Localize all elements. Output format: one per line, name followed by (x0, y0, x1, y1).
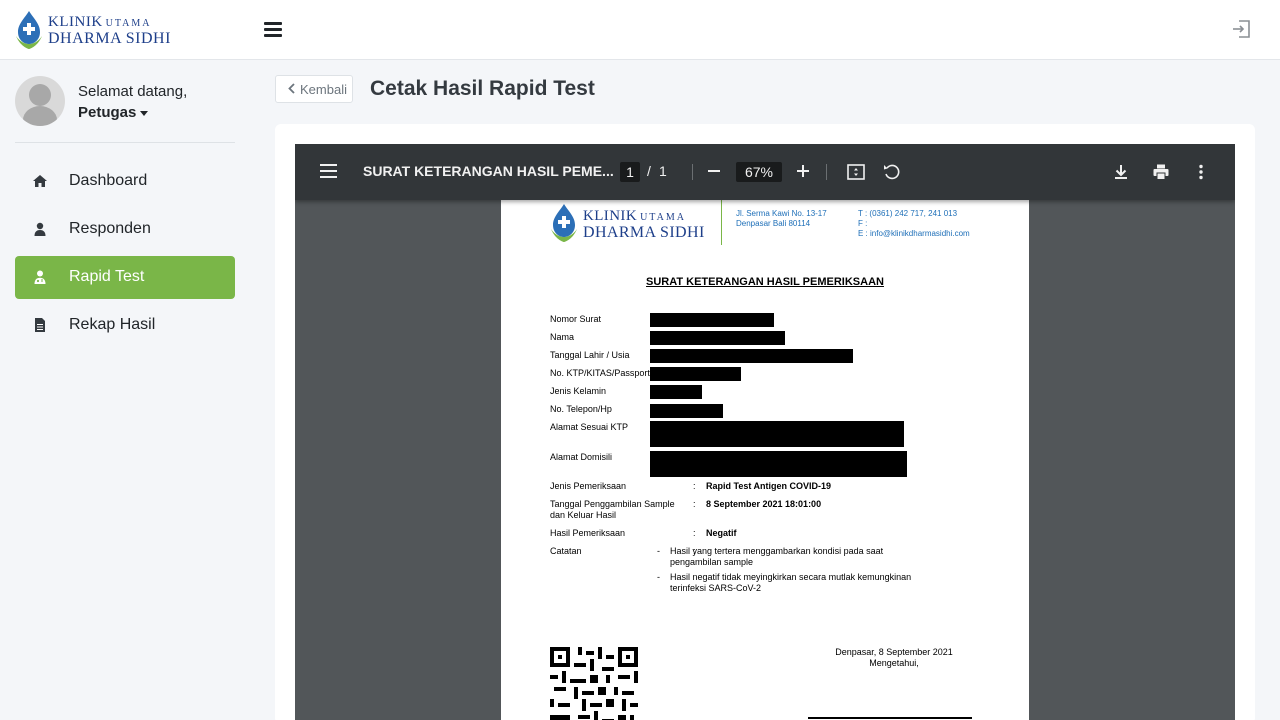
clinic-drop-logo-icon (16, 11, 42, 49)
sidebar-item-responden[interactable]: Responden (15, 208, 235, 251)
avatar (15, 76, 65, 126)
sidebar-item-label: Rekap Hasil (69, 316, 156, 333)
page-title: Cetak Hasil Rapid Test (370, 77, 595, 100)
sidebar-divider (15, 142, 235, 143)
sidebar-item-label: Rapid Test (69, 268, 145, 285)
redacted-value (650, 349, 853, 363)
sidebar-nav: Dashboard Responden Rapid Test Rekap Has… (15, 160, 235, 352)
brand-logo[interactable]: KLINIK UTAMA DHARMA SIDHI (14, 10, 184, 52)
redacted-value (650, 451, 907, 477)
zoom-level[interactable]: 67% (736, 162, 782, 182)
sidebar-item-rekap-hasil[interactable]: Rekap Hasil (15, 304, 235, 347)
rotate-icon[interactable] (882, 162, 902, 182)
sidebar-item-label: Responden (69, 220, 151, 237)
signature-block: Denpasar, 8 September 2021 Mengetahui, (779, 647, 1009, 669)
caret-down-icon (140, 110, 149, 116)
redacted-value (650, 404, 723, 418)
brand-line2: DHARMA SIDHI (48, 30, 171, 47)
pdf-clinic-logo: KLINIK UTAMA DHARMA SIDHI (549, 203, 709, 245)
sidebar-item-label: Dashboard (69, 172, 148, 189)
qr-code-icon (550, 647, 638, 720)
pdf-toolbar: SURAT KETERANGAN HASIL PEME... 1 / 1 67% (295, 144, 1235, 200)
file-text-icon (35, 318, 45, 332)
place-date: Denpasar, 8 September 2021 (835, 647, 953, 657)
back-button[interactable]: Kembali (275, 75, 353, 103)
home-icon (33, 175, 47, 187)
print-icon[interactable] (1151, 162, 1171, 182)
chevron-left-icon (288, 83, 295, 94)
redacted-value (650, 385, 702, 399)
redacted-value (650, 313, 774, 327)
signature-line (808, 717, 972, 719)
user-name: Petugas (78, 104, 137, 121)
sidebar-item-dashboard[interactable]: Dashboard (15, 160, 235, 203)
sign-out-icon[interactable] (1230, 18, 1252, 40)
page-number-input[interactable]: 1 (620, 162, 640, 182)
pdf-viewer[interactable]: SURAT KETERANGAN HASIL PEME... 1 / 1 67% (295, 144, 1235, 720)
toolbar-divider (692, 164, 693, 180)
more-options-icon[interactable] (1191, 162, 1211, 182)
redacted-value (650, 421, 904, 447)
zoom-out-icon[interactable] (708, 170, 720, 172)
header-divider (721, 200, 722, 245)
page-total: 1 (659, 163, 667, 179)
page-separator: / (647, 163, 651, 179)
zoom-in-icon[interactable] (797, 165, 809, 177)
pdf-document-title: SURAT KETERANGAN HASIL PEME... (363, 163, 614, 179)
acknowledged-label: Mengetahui, (869, 658, 919, 668)
pdf-brand-line1: KLINIK UTAMA (583, 208, 686, 224)
toolbar-divider (826, 164, 827, 180)
redacted-value (650, 367, 741, 381)
clinic-drop-logo-icon (551, 204, 577, 242)
sidebar-item-rapid-test[interactable]: Rapid Test (15, 256, 235, 299)
sidebar: Selamat datang, Petugas Dashboard Respon… (0, 60, 250, 720)
pdf-menu-icon[interactable] (320, 164, 337, 178)
fit-to-page-icon[interactable] (846, 162, 866, 182)
clinic-address: Jl. Serma Kawi No. 13-17 Denpasar Bali 8… (736, 209, 827, 228)
sidebar-toggle-hamburger-icon[interactable] (264, 22, 282, 38)
top-navbar: KLINIK UTAMA DHARMA SIDHI (0, 0, 1280, 60)
clinic-contact: T : (0361) 242 717, 241 013 F : E : info… (858, 209, 970, 238)
welcome-text: Selamat datang, (78, 83, 188, 100)
back-button-label: Kembali (300, 82, 347, 97)
user-md-icon (34, 270, 46, 284)
pdf-brand-line2: DHARMA SIDHI (583, 224, 705, 241)
brand-line1: KLINIK UTAMA (48, 14, 152, 30)
user-icon (34, 222, 46, 236)
user-dropdown[interactable]: Petugas (78, 104, 149, 121)
redacted-value (650, 331, 785, 345)
download-icon[interactable] (1111, 162, 1131, 182)
document-heading: SURAT KETERANGAN HASIL PEMERIKSAAN (646, 276, 884, 288)
pdf-page: KLINIK UTAMA DHARMA SIDHI Jl. Serma Kawi … (501, 200, 1029, 720)
user-panel: Selamat datang, Petugas (15, 76, 235, 126)
